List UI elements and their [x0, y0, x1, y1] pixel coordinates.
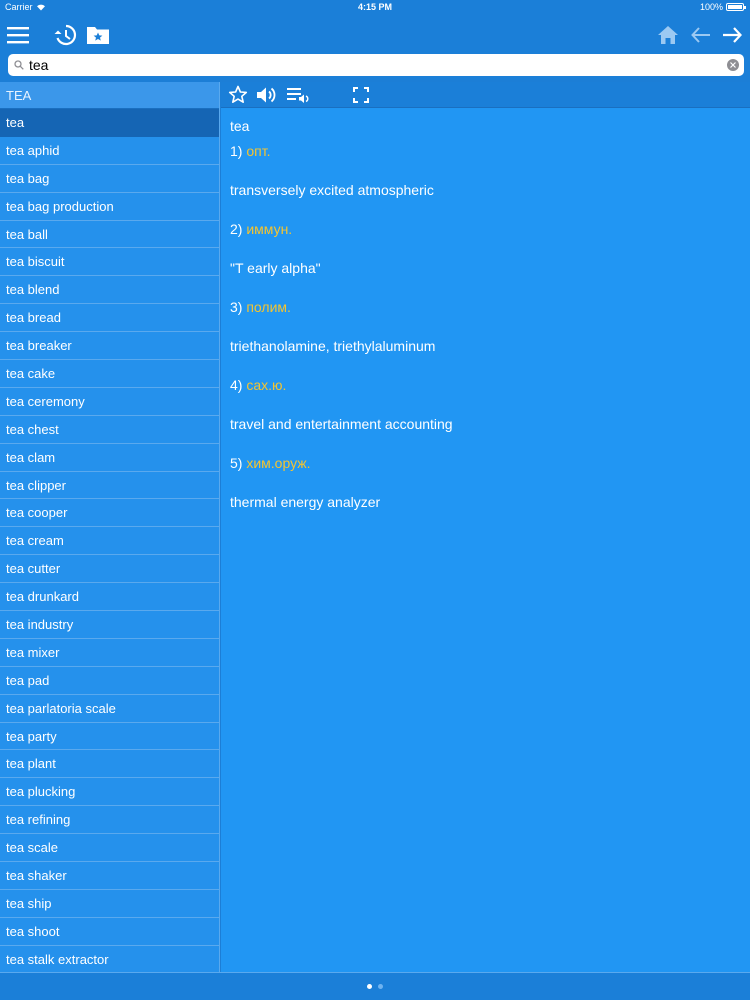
word-list[interactable]: tea tea aphid tea bag tea bag production tea… [0, 109, 219, 972]
list-item[interactable]: tea industry [0, 611, 219, 639]
page-dot[interactable] [367, 984, 372, 989]
list-item[interactable]: tea stalk extractor [0, 945, 219, 972]
search-bar [0, 54, 750, 80]
home-icon [658, 26, 678, 44]
battery-percent: 100% [699, 2, 723, 12]
fullscreen-button[interactable] [349, 84, 373, 106]
article-toolbar [221, 82, 750, 108]
entry-label: 4) сах.ю. [230, 377, 741, 393]
pronounce-button[interactable] [255, 84, 279, 106]
arrow-left-icon [691, 27, 710, 43]
list-item[interactable]: tea shaker [0, 862, 219, 890]
history-icon [54, 24, 77, 46]
speaker-icon [257, 87, 276, 103]
list-item[interactable]: tea biscuit [0, 248, 219, 277]
favorites-button[interactable] [82, 19, 114, 51]
entry-domain-tag: опт. [246, 143, 271, 159]
list-item[interactable]: tea refining [0, 806, 219, 835]
list-item[interactable]: tea bread [0, 304, 219, 333]
entry-definition: travel and entertainment accounting [230, 416, 453, 432]
word-list-header: TEA [0, 82, 219, 109]
list-item[interactable]: tea scale [0, 834, 219, 863]
list-item[interactable]: tea ship [0, 889, 219, 918]
entry-number: 4) [230, 377, 243, 393]
entry-label: 2) иммун. [230, 221, 741, 237]
favorite-button[interactable] [226, 84, 250, 106]
clock: 4:15 PM [357, 2, 392, 12]
list-item[interactable]: tea cooper [0, 499, 219, 528]
entry-definition: thermal energy analyzer [230, 494, 381, 510]
entry-domain-tag: сах.ю. [246, 377, 287, 393]
battery-indicator: 100% [699, 2, 746, 12]
close-icon [730, 62, 736, 68]
list-item[interactable]: tea mixer [0, 638, 219, 667]
list-item[interactable]: tea chest [0, 415, 219, 444]
entry-domain-tag: полим. [246, 299, 291, 315]
star-icon [228, 85, 248, 103]
article-pane: tea 1) опт. transversely excited atmosphe… [221, 82, 750, 972]
list-item[interactable]: tea [0, 109, 219, 137]
list-item[interactable]: tea party [0, 722, 219, 751]
entry-label: 5) хим.оруж. [230, 455, 741, 471]
list-item[interactable]: tea plant [0, 750, 219, 779]
entry-label: 1) опт. [230, 143, 741, 159]
fullscreen-icon [353, 87, 369, 103]
entry-definition: triethanolamine, triethylaluminum [230, 338, 436, 354]
clear-search-button[interactable] [727, 59, 739, 71]
article-content: tea 1) опт. transversely excited atmosphe… [221, 108, 750, 543]
list-item[interactable]: tea plucking [0, 778, 219, 807]
battery-icon [726, 3, 746, 11]
list-item[interactable]: tea clam [0, 443, 219, 472]
entry-label: 3) полим. [230, 299, 741, 315]
list-item[interactable]: tea parlatoria scale [0, 694, 219, 723]
search-input[interactable] [29, 55, 719, 75]
search-icon [14, 59, 26, 71]
hamburger-icon [7, 27, 29, 44]
page-indicator[interactable] [0, 984, 750, 989]
read-aloud-button[interactable] [287, 84, 311, 106]
list-item[interactable]: tea drunkard [0, 583, 219, 612]
article-headword: tea [230, 118, 250, 134]
back-button[interactable] [685, 19, 717, 51]
history-button[interactable] [49, 19, 81, 51]
list-item[interactable]: tea clipper [0, 471, 219, 500]
list-item[interactable]: tea ball [0, 220, 219, 249]
home-button[interactable] [652, 19, 684, 51]
entry-domain-tag: иммун. [246, 221, 293, 237]
list-item[interactable]: tea bag production [0, 192, 219, 221]
status-bar: Carrier 4:15 PM 100% [0, 0, 750, 16]
menu-button[interactable] [2, 19, 34, 51]
favorites-folder-icon [87, 27, 109, 44]
list-item[interactable]: tea blend [0, 276, 219, 305]
word-list-pane: TEA tea tea aphid tea bag tea bag productio… [0, 82, 220, 972]
search-field[interactable] [8, 54, 744, 76]
list-item[interactable]: tea cutter [0, 555, 219, 584]
entry-number: 5) [230, 455, 243, 471]
top-toolbar [0, 16, 750, 54]
list-item[interactable]: tea pad [0, 666, 219, 695]
list-item[interactable]: tea ceremony [0, 387, 219, 416]
entry-number: 3) [230, 299, 243, 315]
entry-number: 2) [230, 221, 243, 237]
list-item[interactable]: tea bag [0, 164, 219, 193]
bottom-bar [0, 972, 750, 1000]
list-item[interactable]: tea cake [0, 360, 219, 388]
playlist-speaker-icon [287, 88, 309, 103]
entry-number: 1) [230, 143, 243, 159]
entry-definition: transversely excited atmospheric [230, 182, 434, 198]
list-item[interactable]: tea breaker [0, 332, 219, 361]
arrow-right-icon [723, 27, 742, 43]
forward-button[interactable] [716, 19, 748, 51]
list-item[interactable]: tea cream [0, 527, 219, 556]
list-item[interactable]: tea aphid [0, 136, 219, 165]
entry-definition: "T early alpha" [230, 260, 321, 276]
page-dot[interactable] [378, 984, 383, 989]
entry-domain-tag: хим.оруж. [246, 455, 311, 471]
list-item[interactable]: tea shoot [0, 917, 219, 946]
